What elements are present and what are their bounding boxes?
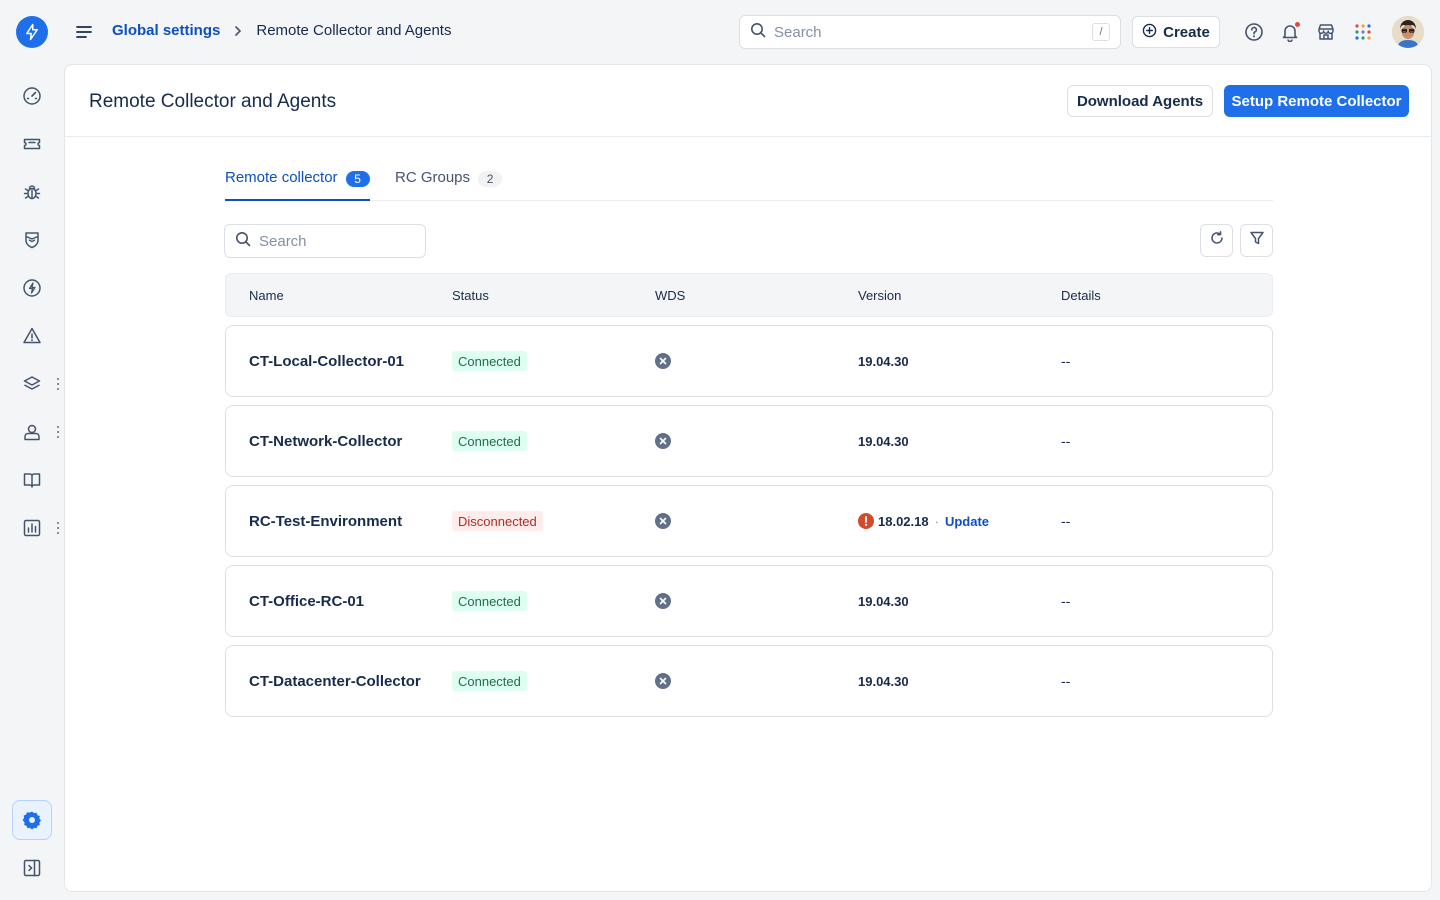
filter-button[interactable] (1240, 224, 1273, 257)
status-badge: Connected (452, 351, 527, 371)
settings-gear-icon[interactable] (12, 800, 52, 840)
search-icon (750, 22, 766, 43)
version-value: 18.02.18 (878, 513, 929, 529)
tab-remote-collector[interactable]: Remote collector 5 (225, 169, 370, 201)
collector-name: CT-Datacenter-Collector (249, 672, 421, 690)
chevron-right-icon (232, 25, 244, 37)
column-header-details[interactable]: Details (1061, 288, 1101, 303)
details-value: -- (1061, 433, 1071, 449)
breadcrumb-global-settings[interactable]: Global settings (112, 22, 220, 39)
column-header-version[interactable]: Version (858, 288, 901, 303)
status-badge: Connected (452, 591, 527, 611)
user-avatar[interactable] (1392, 16, 1424, 48)
dashboard-gauge-icon[interactable] (20, 84, 44, 108)
column-header-status[interactable]: Status (452, 288, 489, 303)
collapse-sidebar-icon[interactable] (20, 856, 44, 880)
details-value: -- (1061, 353, 1071, 369)
global-search-input[interactable] (774, 23, 1092, 41)
version-value: 19.04.30 (858, 593, 909, 609)
app-switcher-grid-icon[interactable] (1352, 21, 1374, 43)
column-header-name[interactable]: Name (249, 288, 284, 303)
version-value: 19.04.30 (858, 673, 909, 689)
more-vertical-icon[interactable] (56, 522, 60, 534)
shield-icon[interactable] (20, 228, 44, 252)
status-badge: Connected (452, 431, 527, 451)
download-agents-button[interactable]: Download Agents (1067, 85, 1213, 117)
layers-icon[interactable] (20, 372, 44, 396)
warning-triangle-icon[interactable] (20, 324, 44, 348)
wds-disabled-icon (655, 406, 671, 476)
breadcrumb-current: Remote Collector and Agents (256, 22, 452, 39)
global-search[interactable]: / (739, 15, 1121, 49)
table-row[interactable]: CT-Local-Collector-01 Connected 19.04.30… (225, 325, 1273, 397)
wds-disabled-icon (655, 326, 671, 396)
bar-chart-icon[interactable] (20, 516, 44, 540)
tab-count-badge: 2 (478, 171, 503, 187)
collector-search[interactable] (224, 224, 458, 258)
notification-dot (1294, 21, 1301, 28)
tab-label: RC Groups (395, 169, 471, 186)
error-alert-icon (858, 513, 874, 529)
version-value: 19.04.30 (858, 353, 909, 369)
create-button[interactable]: Create (1132, 16, 1220, 48)
more-vertical-icon[interactable] (56, 426, 60, 438)
menu-icon[interactable] (74, 22, 94, 42)
top-bar: Global settings Remote Collector and Age… (0, 0, 1440, 64)
create-label: Create (1163, 23, 1210, 41)
version-value: 19.04.30 (858, 433, 909, 449)
filter-icon (1249, 230, 1265, 251)
tab-count-badge: 5 (345, 171, 370, 187)
details-value: -- (1061, 673, 1071, 689)
status-badge: Connected (452, 671, 527, 691)
more-vertical-icon[interactable] (56, 378, 60, 390)
wds-disabled-icon (655, 486, 671, 556)
search-icon (235, 231, 251, 252)
bug-icon[interactable] (20, 180, 44, 204)
tab-bar: Remote collector 5 RC Groups 2 (225, 165, 1273, 201)
app-logo-icon[interactable] (16, 16, 48, 48)
search-shortcut-key: / (1092, 23, 1110, 41)
breadcrumb: Global settings Remote Collector and Age… (112, 22, 451, 39)
column-header-wds[interactable]: WDS (655, 288, 685, 303)
table-row[interactable]: RC-Test-Environment Disconnected 18.02.1… (225, 485, 1273, 557)
notifications-bell-icon[interactable] (1279, 21, 1301, 43)
table-row[interactable]: CT-Network-Collector Connected 19.04.30 … (225, 405, 1273, 477)
table-header: Name Status WDS Version Details (225, 273, 1273, 317)
separator-dot: · (934, 513, 939, 529)
details-value: -- (1061, 593, 1071, 609)
book-icon[interactable] (20, 468, 44, 492)
page-title: Remote Collector and Agents (89, 91, 337, 112)
contact-card-icon[interactable] (20, 420, 44, 444)
update-link[interactable]: Update (945, 514, 989, 529)
plus-circle-icon (1142, 23, 1157, 42)
tab-rc-groups[interactable]: RC Groups 2 (395, 169, 503, 201)
help-icon[interactable] (1243, 21, 1265, 43)
collector-name: RC-Test-Environment (249, 512, 403, 530)
lightning-circle-icon[interactable] (20, 276, 44, 300)
collector-name: CT-Office-RC-01 (249, 592, 365, 610)
wds-disabled-icon (655, 566, 671, 636)
collector-name: CT-Network-Collector (249, 432, 403, 450)
status-badge: Disconnected (452, 511, 543, 531)
collector-name: CT-Local-Collector-01 (249, 352, 405, 370)
collector-search-input[interactable] (259, 232, 458, 250)
page-header: Remote Collector and Agents Download Age… (65, 65, 1431, 137)
ticket-icon[interactable] (20, 132, 44, 156)
wds-disabled-icon (655, 646, 671, 716)
refresh-button[interactable] (1200, 224, 1233, 257)
main-panel: Remote Collector and Agents Download Age… (64, 64, 1432, 892)
details-value: -- (1061, 513, 1071, 529)
tab-label: Remote collector (225, 169, 338, 186)
refresh-icon (1209, 230, 1225, 251)
table-row[interactable]: CT-Datacenter-Collector Connected 19.04.… (225, 645, 1273, 717)
table-row[interactable]: CT-Office-RC-01 Connected 19.04.30 -- (225, 565, 1273, 637)
store-icon[interactable] (1315, 21, 1337, 43)
setup-remote-collector-button[interactable]: Setup Remote Collector (1224, 85, 1409, 117)
